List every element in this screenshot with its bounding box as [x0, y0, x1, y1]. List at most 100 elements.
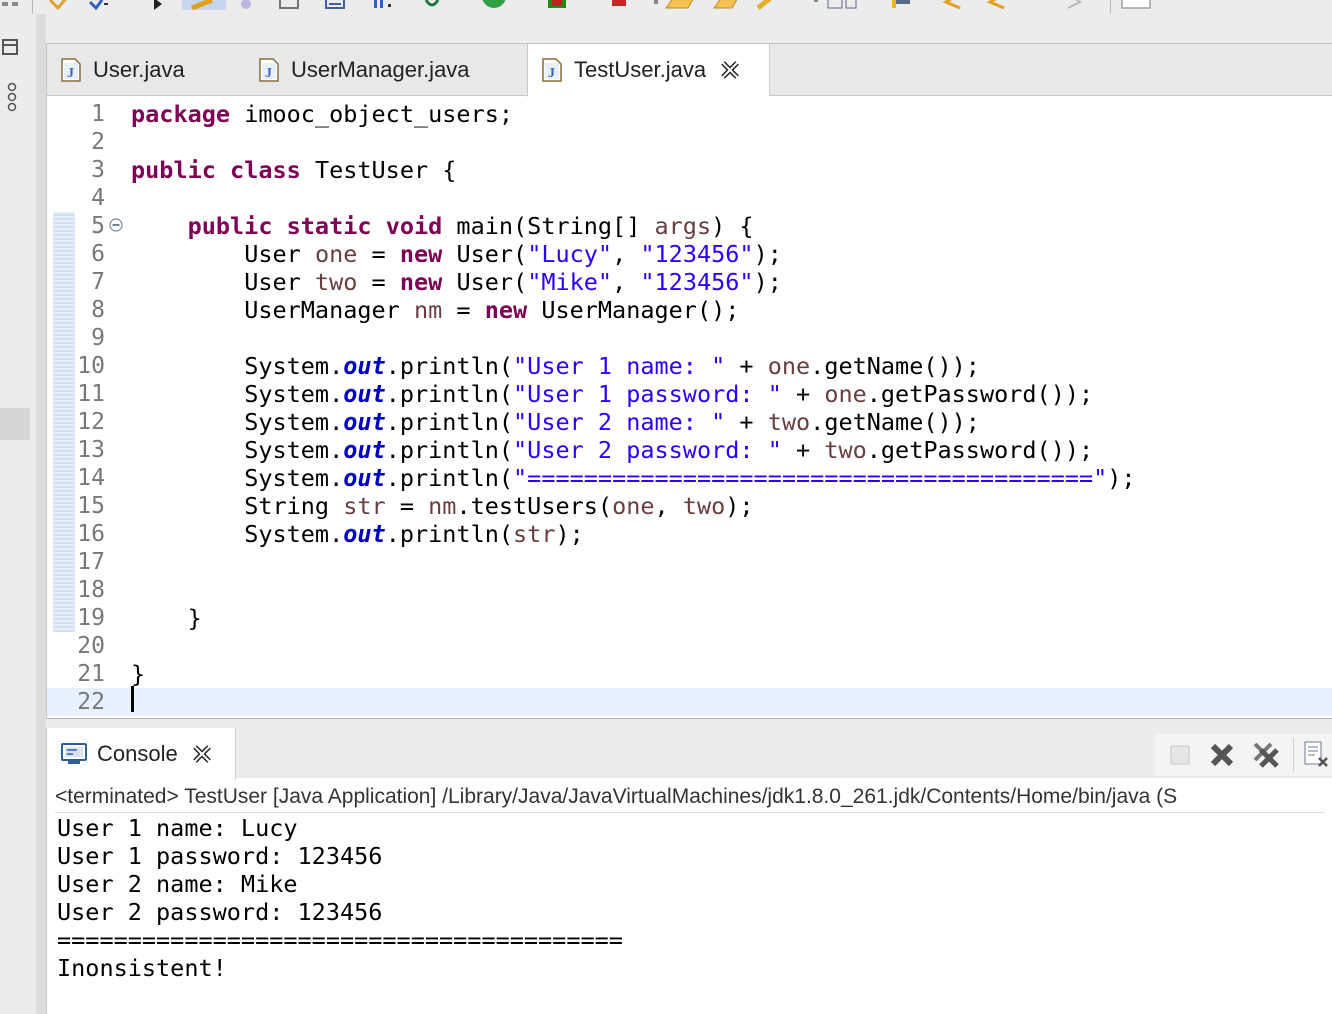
code-text: UserManager nm = new UserManager();	[244, 296, 740, 324]
console-status-line: <terminated> TestUser [Java Application]…	[55, 782, 1325, 813]
code-line: 9	[47, 324, 1332, 352]
code-line: 13 System.out.println("User 2 password: …	[47, 436, 1332, 464]
forward-icon[interactable]	[1064, 0, 1086, 10]
code-line: 14 System.out.println("=================…	[47, 464, 1332, 492]
console-output-line: User 2 name: Mike	[57, 870, 298, 898]
restore-view-icon[interactable]	[2, 38, 18, 56]
next-annotation-icon[interactable]	[984, 0, 1006, 10]
left-trim-bar	[0, 14, 30, 1014]
tab-user-java[interactable]: J User.java	[47, 44, 247, 96]
fold-collapse-icon[interactable]	[109, 218, 123, 232]
line-number: 18	[77, 577, 105, 603]
console-output-line: ========================================	[57, 926, 623, 954]
line-number: 1	[91, 101, 105, 127]
new-package-icon[interactable]	[372, 0, 394, 10]
line-number: 19	[77, 605, 105, 631]
line-number: 20	[77, 633, 105, 659]
trim-selection[interactable]	[0, 408, 30, 440]
tab-label: UserManager.java	[291, 57, 470, 82]
perspective-icon[interactable]	[1120, 0, 1152, 10]
code-text: String str = nm.testUsers(one, two);	[244, 492, 754, 520]
line-number: 7	[91, 269, 105, 295]
svg-text:J: J	[67, 66, 74, 81]
console-toolbar	[1155, 734, 1332, 776]
minimized-views-icon[interactable]	[6, 82, 18, 112]
console-output-line: User 1 name: Lucy	[57, 814, 298, 842]
close-tab-icon[interactable]	[720, 60, 740, 80]
line-number: 2	[91, 129, 105, 155]
tab-testuser-java[interactable]: J TestUser.java	[527, 44, 770, 97]
line-number: 12	[77, 409, 105, 435]
code-text: public static void main(String[] args) {	[187, 212, 754, 240]
pen-icon[interactable]	[752, 0, 782, 10]
stop-icon[interactable]	[608, 0, 630, 10]
line-number: 21	[77, 661, 105, 687]
console-icon	[61, 743, 87, 764]
tab-console[interactable]: Console	[47, 728, 236, 780]
code-line: 20	[47, 632, 1332, 660]
code-text: }	[187, 604, 202, 632]
run-green-icon[interactable]	[480, 0, 508, 10]
code-text: System.out.println("User 2 password: " +…	[244, 436, 1094, 464]
console-tab-bar: Console	[47, 728, 1332, 780]
terminate-icon[interactable]	[1165, 740, 1195, 770]
console-output-line: User 1 password: 123456	[57, 842, 383, 870]
terminate-icon[interactable]	[546, 0, 568, 10]
close-tab-icon[interactable]	[192, 744, 212, 764]
code-line: 5 public static void main(String[] args)…	[47, 212, 1332, 240]
code-line: 3 public class TestUser {	[47, 156, 1332, 184]
code-text: System.out.println("User 1 password: " +…	[244, 380, 1094, 408]
code-line: 15 String str = nm.testUsers(one, two);	[47, 492, 1332, 520]
open-type-icon[interactable]	[324, 0, 346, 10]
code-line: 2	[47, 128, 1332, 156]
svg-text:J: J	[548, 66, 555, 81]
edit-highlight-icon[interactable]	[182, 0, 226, 10]
debug-icon[interactable]	[48, 0, 70, 10]
external-tools-icon[interactable]	[278, 0, 300, 10]
open-folder-icon[interactable]	[652, 0, 698, 10]
tab-label: User.java	[93, 57, 185, 82]
line-number: 17	[77, 549, 105, 575]
text-caret	[131, 686, 134, 712]
line-number: 11	[77, 381, 105, 407]
line-number: 3	[91, 157, 105, 183]
console-output[interactable]: User 1 name: Lucy User 1 password: 12345…	[57, 814, 623, 982]
run-icon[interactable]	[148, 0, 170, 10]
code-text-area[interactable]: 1 package imooc_object_users; 2 3 public…	[47, 96, 1332, 718]
java-file-icon: J	[542, 58, 562, 82]
new-class-icon[interactable]	[422, 0, 444, 10]
line-number: 14	[77, 465, 105, 491]
console-output-line: Inonsistent!	[57, 954, 227, 982]
code-text: System.out.println(str);	[244, 520, 584, 548]
toolbar-misc-icon[interactable]	[0, 0, 22, 10]
tab-label: TestUser.java	[574, 57, 707, 82]
line-number: 8	[91, 297, 105, 323]
line-number: 13	[77, 437, 105, 463]
layout-icon[interactable]	[808, 0, 858, 10]
pin-icon[interactable]	[886, 0, 916, 10]
line-number: 16	[77, 521, 105, 547]
prev-annotation-icon[interactable]	[940, 0, 962, 10]
code-text: public class TestUser {	[131, 156, 457, 184]
code-text: }	[131, 660, 146, 688]
code-text: System.out.println("User 1 name: " + one…	[244, 352, 980, 380]
code-line: 19 }	[47, 604, 1332, 632]
console-view: Console <terminated> TestUser [Java Appl…	[46, 728, 1332, 1014]
remove-all-terminated-icon[interactable]	[1251, 740, 1281, 770]
coverage-icon[interactable]	[238, 0, 260, 10]
code-line: 8 UserManager nm = new UserManager();	[47, 296, 1332, 324]
code-line: 16 System.out.println(str);	[47, 520, 1332, 548]
line-number: 22	[77, 689, 105, 715]
remove-launch-icon[interactable]	[1207, 740, 1237, 770]
clear-console-icon[interactable]	[1301, 740, 1331, 770]
code-line: 4	[47, 184, 1332, 212]
console-tab-label: Console	[97, 741, 178, 766]
line-number: 4	[91, 185, 105, 211]
code-text: System.out.println("====================…	[244, 464, 1136, 492]
toolbar-separator	[1110, 0, 1111, 14]
folder-icon[interactable]	[712, 0, 742, 10]
tab-usermanager-java[interactable]: J UserManager.java	[255, 44, 525, 96]
run-config-icon[interactable]	[88, 0, 110, 10]
sash-divider[interactable]	[36, 14, 46, 1014]
code-line: 21 }	[47, 660, 1332, 688]
